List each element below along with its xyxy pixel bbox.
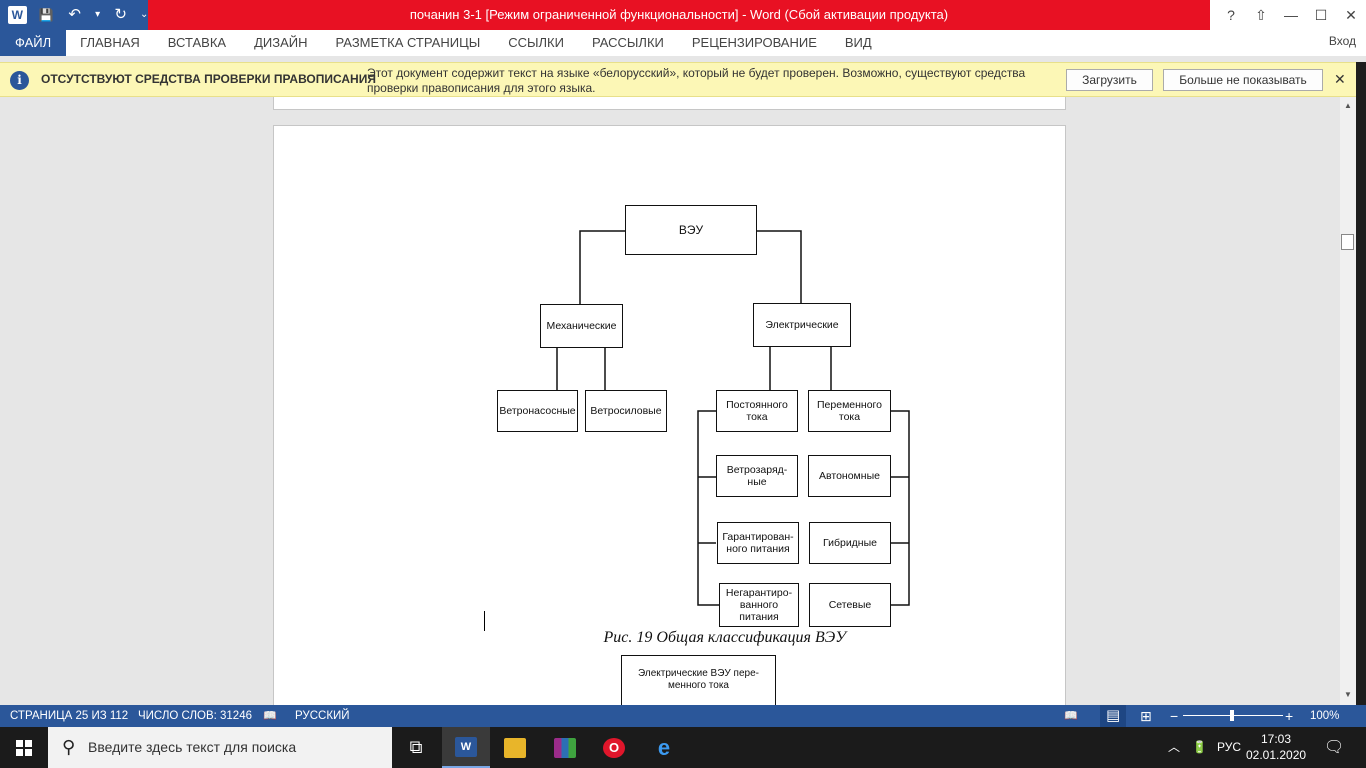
ribbon-display-options-button[interactable]: ⇧ [1246,0,1276,30]
scroll-down-icon[interactable]: ▼ [1342,689,1354,701]
word-count-indicator[interactable]: ЧИСЛО СЛОВ: 31246 [138,705,252,727]
message-text: Этот документ содержит текст на языке «б… [367,66,1026,95]
diagram-node-charging: Ветрозаряд-ные [716,455,798,497]
windows-logo-icon [16,739,32,756]
previous-page [273,97,1066,110]
diagram-node-non-guaranteed: Негарантиро-ванного питания [719,583,799,627]
windows-taskbar: ⚲ Введите здесь текст для поиска ⧉ W O e… [0,727,1366,768]
diagram-node-autonomous: Автономные [808,455,891,497]
tab-mailings[interactable]: РАССЫЛКИ [578,30,678,56]
vertical-scrollbar[interactable]: ▲ ▼ [1340,97,1356,705]
zoom-slider-knob[interactable] [1230,710,1234,721]
close-message-icon[interactable]: ✕ [1334,71,1346,88]
print-layout-icon[interactable]: ▤ [1100,705,1127,727]
title-bar: W 💾 ↶ ▾ ↻ ⌄ почанин 3-1 [Режим ограничен… [0,0,1366,30]
web-layout-icon[interactable]: ⊞ [1140,705,1152,727]
dont-show-again-button[interactable]: Больше не показывать [1163,69,1323,91]
status-bar: СТРАНИЦА 25 ИЗ 112 ЧИСЛО СЛОВ: 31246 📖 Р… [0,705,1366,727]
proofing-icon[interactable]: 📖 [263,705,277,727]
diagram-node-mechanical: Механические [540,304,623,348]
document-area[interactable]: ВЭУ Механические Электрические Ветронасо… [0,97,1340,705]
diagram-node-guaranteed: Гарантирован-ного питания [717,522,799,564]
zoom-in-button[interactable]: + [1285,705,1293,727]
zoom-out-button[interactable]: − [1170,705,1178,727]
diagram-node-hybrid: Гибридные [809,522,891,564]
read-mode-icon[interactable]: 📖 [1064,705,1078,727]
taskbar-opera[interactable]: O [590,727,638,768]
diagram-node-dc: Постоянного тока [716,390,798,432]
taskbar-file-explorer[interactable] [491,727,539,768]
notifications-icon[interactable]: 🗨 [1324,727,1344,768]
scroll-up-icon[interactable]: ▲ [1342,100,1354,112]
message-title: ОТСУТСТВУЮТ СРЕДСТВА ПРОВЕРКИ ПРАВОПИСАН… [41,72,376,86]
diagram-node-wind-pump: Ветронасосные [497,390,578,432]
zoom-level[interactable]: 100% [1310,705,1339,727]
document-page[interactable]: ВЭУ Механические Электрические Ветронасо… [273,125,1066,705]
language-indicator[interactable]: РУССКИЙ [295,705,350,727]
search-placeholder: Введите здесь текст для поиска [88,739,297,755]
taskbar-edge[interactable]: e [640,727,688,768]
tab-design[interactable]: ДИЗАЙН [240,30,321,56]
diagram-node-ac-wind: Электрические ВЭУ пере-менного тока [621,655,776,705]
tab-review[interactable]: РЕЦЕНЗИРОВАНИЕ [678,30,831,56]
taskbar-archiver[interactable] [541,727,589,768]
tab-page-layout[interactable]: РАЗМЕТКА СТРАНИЦЫ [322,30,495,56]
folder-icon [504,737,526,758]
text-cursor [484,611,485,631]
redo-icon[interactable]: ↻ [111,0,130,30]
tab-home[interactable]: ГЛАВНАЯ [66,30,154,56]
sign-in-link[interactable]: Вход [1329,30,1356,52]
minimize-button[interactable]: — [1276,0,1306,30]
undo-icon[interactable]: ↶ [65,0,84,30]
task-view-button[interactable]: ⧉ [392,727,440,768]
battery-network-icon[interactable]: 🔋 [1192,727,1207,768]
edge-icon: e [657,734,671,760]
page-number-indicator[interactable]: СТРАНИЦА 25 ИЗ 112 [10,705,128,727]
window-edge [1356,62,1366,705]
word-icon: W [455,736,477,757]
diagram-node-electrical: Электрические [753,303,851,347]
clock-time: 17:03 [1260,732,1292,746]
proofing-message-bar: i ОТСУТСТВУЮТ СРЕДСТВА ПРОВЕРКИ ПРАВОПИС… [0,62,1356,97]
save-icon[interactable]: 💾 [37,0,56,30]
task-view-icon: ⧉ [409,737,423,757]
ribbon-tabs: ФАЙЛ ГЛАВНАЯ ВСТАВКА ДИЗАЙН РАЗМЕТКА СТР… [0,30,1366,56]
diagram-node-ac: Переменного тока [808,390,891,432]
tray-chevron-icon[interactable]: ︿ [1168,727,1180,768]
tab-references[interactable]: ССЫЛКИ [494,30,578,56]
scroll-thumb[interactable] [1341,234,1354,250]
opera-icon: O [603,737,625,758]
figure-caption: Рис. 19 Общая классификация ВЭУ [603,629,846,646]
maximize-button[interactable]: ☐ [1306,0,1336,30]
diagram-node-root: ВЭУ [625,205,757,255]
diagram-node-grid: Сетевые [809,583,891,627]
window-controls: ? ⇧ — ☐ ✕ [1216,0,1366,30]
taskbar-search-box[interactable]: ⚲ Введите здесь текст для поиска [48,727,392,768]
input-language-indicator[interactable]: РУС [1217,727,1241,768]
taskbar-word-app[interactable]: W [442,727,490,768]
tab-view[interactable]: ВИД [831,30,886,56]
taskbar-clock[interactable]: 17:03 02.01.2020 [1246,731,1306,763]
undo-dropdown-icon[interactable]: ▾ [94,0,101,30]
clock-date: 02.01.2020 [1246,748,1307,762]
search-icon: ⚲ [62,737,76,757]
diagram-node-wind-power: Ветросиловые [585,390,667,432]
tab-file[interactable]: ФАЙЛ [0,30,67,56]
download-button[interactable]: Загрузить [1066,69,1153,91]
word-app-icon[interactable]: W [8,6,27,24]
close-button[interactable]: ✕ [1336,0,1366,30]
window-title: почанин 3-1 [Режим ограниченной функцион… [148,0,1210,30]
quick-access-toolbar: W 💾 ↶ ▾ ↻ ⌄ [0,0,148,30]
start-button[interactable] [0,727,48,768]
info-icon: i [10,71,29,90]
help-button[interactable]: ? [1216,0,1246,30]
customize-qat-icon[interactable]: ⌄ [140,0,148,30]
tab-insert[interactable]: ВСТАВКА [154,30,240,56]
archive-icon [554,737,576,758]
